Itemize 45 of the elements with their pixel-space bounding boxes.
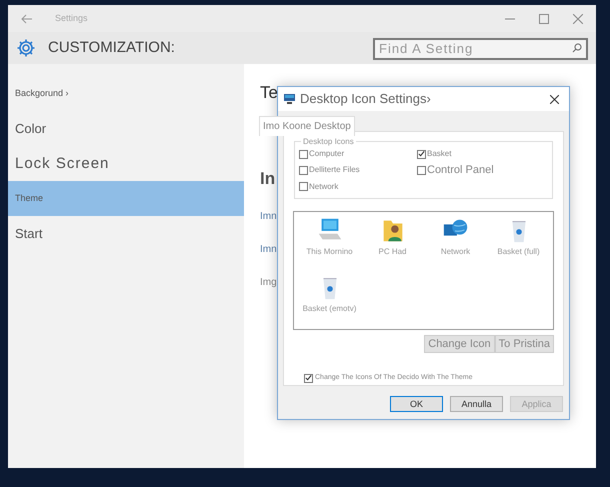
checkbox[interactable] <box>299 182 308 191</box>
checkbox-label: Control Panel <box>427 163 494 178</box>
dialog-title: Desktop Icon Settings› <box>300 90 431 108</box>
search-icon[interactable] <box>572 43 582 53</box>
check-icon <box>418 150 425 158</box>
search-field[interactable]: Find A Setting <box>373 38 588 60</box>
dialog-button[interactable]: OK <box>390 396 443 412</box>
checkbox-label: Basket <box>427 148 452 160</box>
sidebar-item[interactable]: Color <box>8 111 244 146</box>
checkbox[interactable] <box>299 150 308 158</box>
checkbox[interactable] <box>304 374 313 383</box>
heading: Te <box>260 82 278 104</box>
close-icon[interactable] <box>550 94 559 104</box>
change-icon-button[interactable]: Change Icon <box>424 335 495 353</box>
icon-label: This Mornino <box>306 246 353 258</box>
sidebar-item[interactable]: Start <box>8 216 244 251</box>
icon-label: Network <box>440 246 470 258</box>
dialog-button[interactable]: Annulla <box>450 396 503 412</box>
group-title: Desktop Icons <box>301 136 356 148</box>
checkbox-label: Delliterte Files <box>309 164 360 176</box>
back-icon[interactable] <box>21 14 33 24</box>
icon-label: Basket (emotv) <box>302 303 356 315</box>
sidebar-item[interactable]: Lock Screen <box>8 146 244 181</box>
link[interactable]: Imn <box>260 242 277 257</box>
page-title: CUSTOMIZATION: <box>48 38 175 58</box>
checkbox[interactable] <box>417 150 426 158</box>
restore-button[interactable]: To Pristina <box>494 335 554 353</box>
link[interactable]: Imn <box>260 209 277 224</box>
sidebar-item[interactable]: Backgorund › <box>8 76 244 111</box>
settings-icon <box>16 38 36 58</box>
window-title: Settings <box>55 12 88 25</box>
icon-label: PC Had <box>378 246 406 258</box>
label: Img <box>260 276 277 290</box>
heading: In <box>260 168 276 190</box>
checkbox-label: Computer <box>309 148 344 160</box>
dialog-tab[interactable]: Imo Koone Desktop <box>259 116 355 136</box>
maximize-icon[interactable] <box>539 14 549 24</box>
checkbox[interactable] <box>299 166 308 175</box>
icon-list[interactable]: This Mornino PC Had Network Basket (full) Basket (emotv) <box>293 211 554 330</box>
checkbox[interactable] <box>417 166 426 175</box>
checkbox-label: Network <box>309 180 338 192</box>
check-icon <box>305 374 312 382</box>
icon-label: Basket (full) <box>497 246 540 258</box>
sidebar-item[interactable]: Theme <box>8 181 244 216</box>
desktop-icon <box>284 94 295 104</box>
